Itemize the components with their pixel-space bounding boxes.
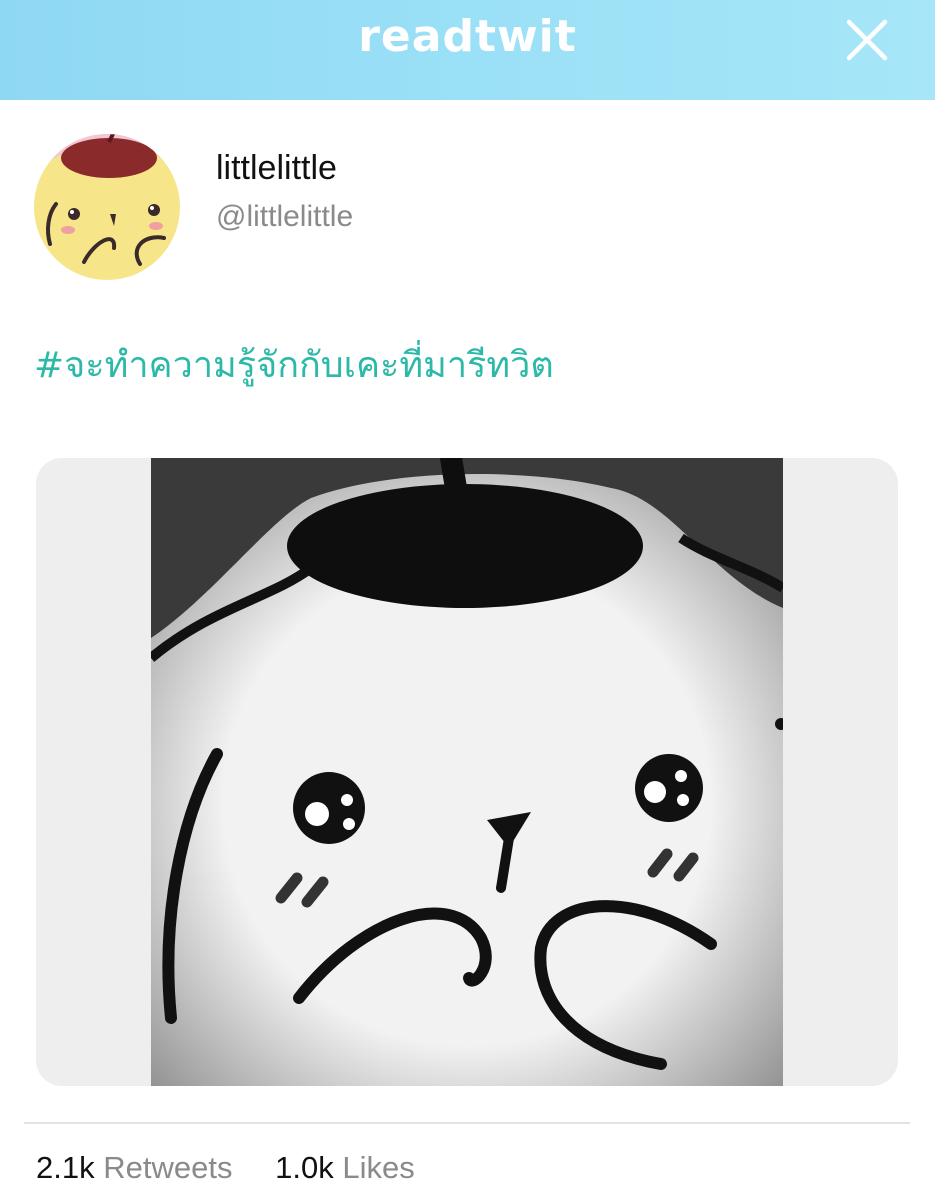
- brand-logo: readtwit: [358, 11, 577, 62]
- hashtag-link[interactable]: #จะทำความรู้จักกับเคะที่มารีทวิต: [34, 342, 554, 390]
- user-handle[interactable]: @littlelittle: [216, 198, 353, 236]
- retweets-count: 2.1k: [36, 1150, 95, 1185]
- display-name[interactable]: littlelittle: [216, 148, 337, 188]
- likes-label: Likes: [342, 1150, 415, 1185]
- app-root: readtwit littlelittle @littlelittle #จะท…: [0, 0, 935, 1200]
- likes-count: 1.0k: [275, 1150, 334, 1185]
- likes-stat[interactable]: 1.0k Likes: [275, 1148, 415, 1188]
- retweets-stat[interactable]: 2.1k Retweets: [36, 1148, 232, 1188]
- media-card[interactable]: [36, 458, 898, 1086]
- close-icon: [846, 19, 888, 61]
- tweet-stats: 2.1k Retweets 1.0k Likes: [36, 1148, 449, 1188]
- divider: [24, 1122, 910, 1124]
- close-button[interactable]: [843, 16, 891, 64]
- avatar[interactable]: [34, 134, 180, 280]
- top-bar: readtwit: [0, 0, 935, 100]
- media-image: [151, 458, 783, 1086]
- avatar-image: [34, 134, 180, 280]
- retweets-label: Retweets: [103, 1150, 233, 1185]
